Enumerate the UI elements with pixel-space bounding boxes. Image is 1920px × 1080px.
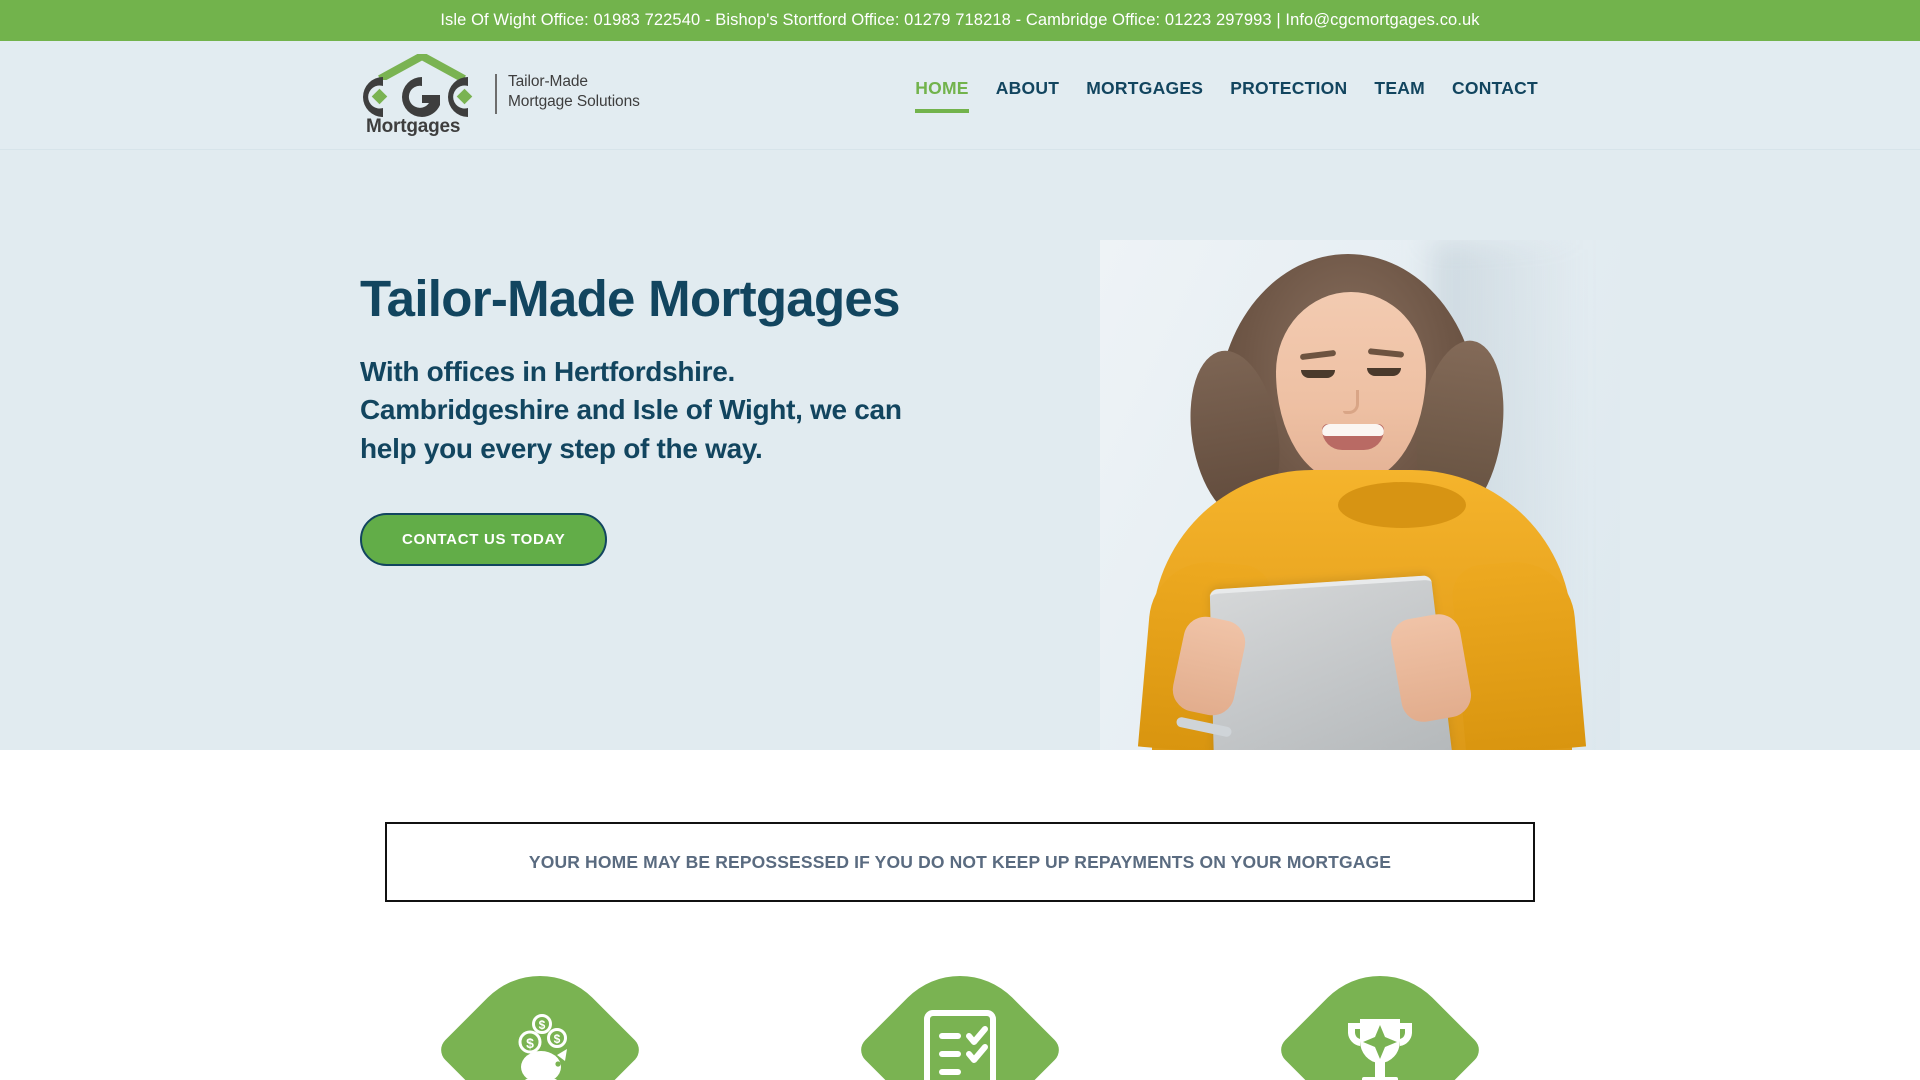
hero-person-eye-left	[1301, 370, 1335, 378]
feature-badge-trophy	[1275, 945, 1485, 1080]
feature-item[interactable]	[855, 945, 1065, 1080]
disclaimer-section: YOUR HOME MAY BE REPOSSESSED IF YOU DO N…	[0, 750, 1920, 1080]
logo-subname: Mortgages	[366, 116, 461, 137]
svg-text:$: $	[539, 1018, 546, 1032]
nav-item-about[interactable]: ABOUT	[996, 78, 1059, 113]
main-navigation: HOME ABOUT MORTGAGES PROTECTION TEAM CON…	[915, 78, 1538, 113]
disclaimer-box: YOUR HOME MAY BE REPOSSESSED IF YOU DO N…	[385, 822, 1535, 902]
hero-person-arm-right	[1449, 557, 1587, 750]
logo-mark: Mortgages	[360, 52, 488, 138]
contact-us-today-button[interactable]: CONTACT US TODAY	[360, 513, 608, 567]
hero-copy: Tailor-Made Mortgages With offices in He…	[360, 270, 980, 567]
nav-item-contact[interactable]: CONTACT	[1452, 78, 1538, 113]
hero-person-sweater	[1137, 470, 1587, 750]
hero-person-nose	[1343, 390, 1359, 414]
nav-item-protection[interactable]: PROTECTION	[1230, 78, 1347, 113]
logo-divider	[495, 74, 497, 114]
cgc-letters-icon	[363, 77, 473, 117]
top-contact-text: Isle Of Wight Office: 01983 722540 - Bis…	[440, 11, 1480, 29]
disclaimer-text: YOUR HOME MAY BE REPOSSESSED IF YOU DO N…	[528, 851, 1392, 872]
hero-person-mouth	[1322, 424, 1384, 450]
hero-subtitle: With offices in Hertfordshire. Cambridge…	[360, 356, 902, 464]
svg-text:$: $	[526, 1035, 534, 1051]
svg-text:$: $	[554, 1032, 561, 1046]
hero-person-eye-right	[1367, 368, 1401, 376]
feature-badges: $ $ $	[0, 945, 1920, 1080]
trophy-icon	[1348, 1019, 1412, 1080]
nav-item-mortgages[interactable]: MORTGAGES	[1086, 78, 1203, 113]
hero-title: Tailor-Made Mortgages	[360, 270, 900, 327]
hero-section: Tailor-Made Mortgages With offices in He…	[0, 150, 1920, 750]
nav-item-home[interactable]: HOME	[915, 78, 969, 113]
feature-badge-savings: $ $ $	[435, 945, 645, 1080]
logo-tagline: Tailor-Made Mortgage Solutions	[508, 72, 640, 112]
hero-image	[1100, 240, 1620, 750]
nav-item-team[interactable]: TEAM	[1374, 78, 1425, 113]
site-header: Mortgages Tailor-Made Mortgage Solutions…	[0, 41, 1920, 150]
piggy-bank-icon: $ $ $	[518, 1014, 567, 1080]
hero-person-collar	[1338, 482, 1466, 528]
top-contact-bar: Isle Of Wight Office: 01983 722540 - Bis…	[0, 0, 1920, 41]
hero-container: Tailor-Made Mortgages With offices in He…	[360, 150, 1620, 750]
brand-logo[interactable]: Mortgages Tailor-Made Mortgage Solutions	[360, 52, 640, 138]
feature-badge-checklist	[855, 945, 1065, 1080]
hero-person-teeth	[1322, 424, 1384, 436]
feature-item[interactable]	[1275, 945, 1485, 1080]
checklist-icon	[924, 1010, 996, 1080]
logo-tagline-line2: Mortgage Solutions	[508, 92, 640, 110]
logo-tagline-line1: Tailor-Made	[508, 73, 588, 90]
feature-item[interactable]: $ $ $	[435, 945, 645, 1080]
